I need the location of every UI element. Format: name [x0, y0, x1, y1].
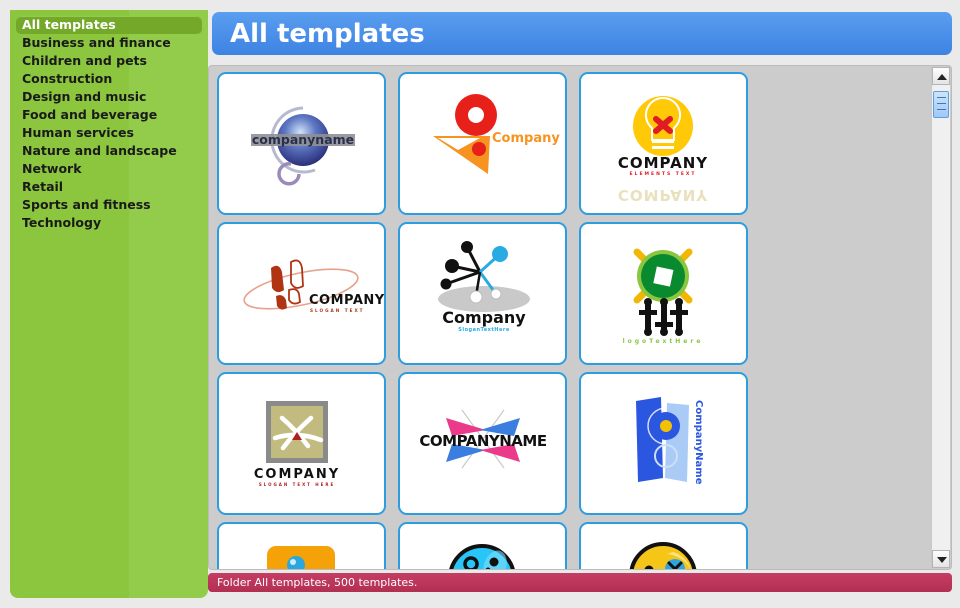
template-tile[interactable]: CompanyName	[579, 372, 748, 515]
template-tile[interactable]: cn COMPANYNAME	[217, 522, 386, 569]
template-tile[interactable]: Company slogan text	[398, 522, 567, 569]
sidebar-item-label: Technology	[22, 215, 102, 230]
green-circle-diamond-icon: logoTextHere	[623, 248, 704, 345]
sidebar-item-retail[interactable]: Retail	[16, 178, 202, 196]
tile-label: COMPANY	[618, 154, 708, 172]
sidebar-item-label: Children and pets	[22, 53, 147, 68]
scroll-down-button[interactable]	[932, 550, 950, 568]
sidebar-item-label: Food and beverage	[22, 107, 158, 122]
sidebar-item-design-and-music[interactable]: Design and music	[16, 88, 202, 106]
tile-label: COMPANY	[254, 467, 340, 482]
template-tile[interactable]: Company	[398, 72, 567, 215]
sidebar-item-children-and-pets[interactable]: Children and pets	[16, 52, 202, 70]
template-grid: companyname Company COMPANY ELEMENTS TEX…	[209, 66, 933, 569]
tile-label: COMPANYNAME	[419, 432, 546, 450]
sidebar-item-all-templates[interactable]: All templates	[16, 16, 202, 34]
sidebar-item-label: Sports and fitness	[22, 197, 151, 212]
vertical-scrollbar[interactable]	[931, 67, 950, 568]
sidebar-item-food-and-beverage[interactable]: Food and beverage	[16, 106, 202, 124]
page-header: All templates	[212, 12, 952, 55]
template-tile[interactable]: COMPANY SLOGAN TEXT	[217, 222, 386, 365]
template-tile[interactable]: COMPANYNAME SLOGANTEXTHERE	[579, 522, 748, 569]
sidebar-item-label: Design and music	[22, 89, 147, 104]
sidebar-item-sports-and-fitness[interactable]: Sports and fitness	[16, 196, 202, 214]
template-tile[interactable]: COMPANY ELEMENTS TEXT COMPANY	[579, 72, 748, 215]
molecule-network-icon: Company SloganTextHere	[438, 241, 530, 333]
sidebar-item-label: Human services	[22, 125, 134, 140]
scroll-up-button[interactable]	[932, 67, 950, 85]
page-title: All templates	[230, 19, 425, 49]
sidebar-item-technology[interactable]: Technology	[16, 214, 202, 232]
cyan-circle-figures-icon: Company slogan text	[449, 544, 515, 569]
sidebar-item-nature-and-landscape[interactable]: Nature and landscape	[16, 142, 202, 160]
template-tile[interactable]: Company SloganTextHere	[398, 222, 567, 365]
template-tile[interactable]: COMPANY SLOGAN TEXT HERE	[217, 372, 386, 515]
tile-sublabel: SLOGAN TEXT HERE	[259, 482, 335, 487]
sidebar-item-construction[interactable]: Construction	[16, 70, 202, 88]
tile-label: COMPANY	[309, 293, 384, 308]
footprints-orbit-icon: COMPANY SLOGAN TEXT	[243, 259, 384, 313]
sidebar-item-label: Construction	[22, 71, 113, 86]
status-bar-text: Folder All templates, 500 templates.	[217, 576, 418, 589]
sidebar-item-label: All templates	[22, 17, 116, 32]
khaki-frame-brush-x-icon: COMPANY SLOGAN TEXT HERE	[254, 401, 340, 487]
tile-label: Company	[442, 308, 526, 327]
grip-line-icon	[936, 103, 946, 104]
tile-label: logoTextHere	[623, 338, 704, 345]
triangle-up-icon	[937, 74, 947, 80]
tile-sublabel: ELEMENTS TEXT	[630, 171, 697, 177]
sidebar-item-label: Retail	[22, 179, 64, 194]
tile-label: companyname	[252, 132, 354, 147]
triangle-down-icon	[937, 557, 947, 563]
orange-square-bubbles-icon: cn COMPANYNAME	[267, 546, 335, 569]
scrollbar-thumb[interactable]	[933, 91, 949, 118]
yellow-sad-face-icon: COMPANYNAME SLOGANTEXTHERE	[629, 542, 697, 569]
tile-label: CompanyName	[693, 400, 704, 485]
template-tile[interactable]: logoTextHere	[579, 222, 748, 365]
sidebar-item-network[interactable]: Network	[16, 160, 202, 178]
tile-label: Company	[492, 131, 560, 146]
template-grid-panel: companyname Company COMPANY ELEMENTS TEX…	[208, 65, 952, 570]
category-sidebar: All templates Business and finance Child…	[10, 10, 208, 598]
red-ring-orange-triangle-icon: Company	[433, 94, 560, 174]
sidebar-item-human-services[interactable]: Human services	[16, 124, 202, 142]
template-tile[interactable]: companyname	[217, 72, 386, 215]
yellow-lightbulb-x-icon: COMPANY ELEMENTS TEXT COMPANY	[618, 96, 708, 204]
blue-panels-circle-icon: CompanyName	[636, 397, 704, 485]
grip-line-icon	[936, 97, 946, 98]
sidebar-item-business-and-finance[interactable]: Business and finance	[16, 34, 202, 52]
template-tile[interactable]: COMPANYNAME	[398, 372, 567, 515]
application-window: All templates Business and finance Child…	[0, 0, 960, 608]
sidebar-item-label: Network	[22, 161, 82, 176]
grip-line-icon	[936, 109, 946, 110]
blue-sphere-swirl-icon: companyname	[251, 106, 355, 186]
sidebar-item-label: Business and finance	[22, 35, 171, 50]
sidebar-item-label: Nature and landscape	[22, 143, 177, 158]
status-bar: Folder All templates, 500 templates.	[208, 573, 952, 592]
tile-sublabel: SloganTextHere	[458, 327, 510, 333]
tile-sublabel: SLOGAN TEXT	[310, 308, 365, 313]
tile-label-reflection: COMPANY	[618, 186, 708, 204]
crossed-arrows-icon: COMPANYNAME	[419, 409, 547, 469]
